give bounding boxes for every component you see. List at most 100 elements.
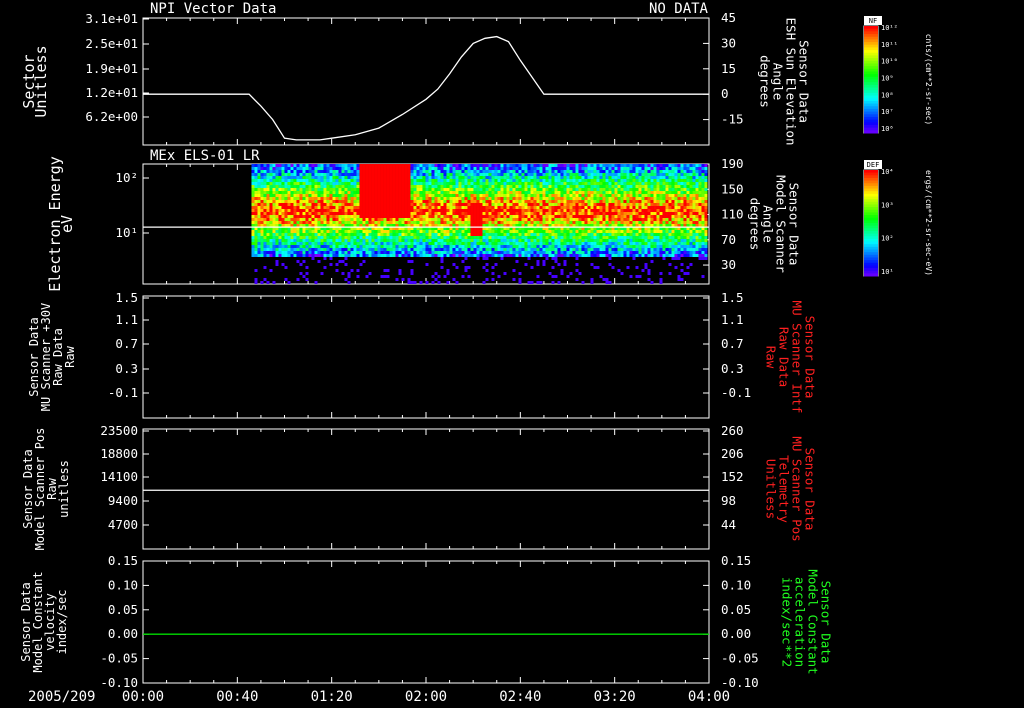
spectrogram-cell [575, 236, 579, 239]
spectrogram-cell [641, 173, 645, 176]
spectrogram-cell [506, 254, 510, 257]
spectrogram-cell [557, 170, 561, 173]
spectrogram-cell [524, 230, 528, 233]
spectrogram-cell [296, 182, 300, 185]
spectrogram-cell [521, 203, 525, 206]
spectrogram-cell [311, 197, 315, 200]
spectrogram-cell [350, 182, 354, 185]
spectrogram-cell [578, 212, 582, 215]
spectrogram-cell [392, 170, 396, 173]
spectrogram-cell [596, 215, 600, 218]
spectrogram-cell [344, 179, 348, 182]
spectrogram-cell [374, 236, 378, 239]
spectrogram-cell [608, 239, 612, 242]
spectrogram-cell [257, 248, 261, 251]
spectrogram-cell [251, 212, 255, 215]
spectrogram-cell [290, 173, 294, 176]
spectrogram-cell [338, 209, 342, 212]
spectrogram-cell [395, 236, 399, 239]
spectrogram-cell [476, 173, 480, 176]
spectrogram-cell [467, 233, 471, 236]
spectrogram-cell [491, 248, 495, 251]
spectrogram-cell [296, 254, 300, 257]
spectrogram-cell [374, 221, 378, 224]
spectrogram-cell [605, 236, 609, 239]
spectrogram-cell [407, 203, 411, 206]
spectrogram-cell [323, 209, 327, 212]
spectrogram-cell [626, 236, 630, 239]
spectrogram-cell [587, 170, 591, 173]
spectrogram-cell [623, 185, 627, 188]
spectrogram-cell [614, 245, 618, 248]
spectrogram-cell [635, 236, 639, 239]
spectrogram-cell [272, 203, 276, 206]
spectrogram-cell [605, 239, 609, 242]
spectrogram-cell [368, 173, 372, 176]
spectrogram-cell [443, 164, 447, 167]
spectrogram-cell [419, 212, 423, 215]
spectrogram-cell [365, 194, 369, 197]
spectrogram-cell [287, 200, 291, 203]
spectrogram-cell [656, 197, 660, 200]
spectrogram-cell [428, 233, 432, 236]
spectrogram-cell [611, 239, 615, 242]
spectrogram-cell [542, 218, 546, 221]
spectrogram-cell [590, 173, 594, 176]
spectrogram-cell [386, 200, 390, 203]
spectrogram-cell [677, 254, 681, 257]
spectrogram-cell [503, 236, 507, 239]
spectrogram-cell [380, 248, 384, 251]
spectrogram-cell [455, 245, 459, 248]
spectrogram-cell [611, 194, 615, 197]
spectrogram-cell [527, 242, 531, 245]
spectrogram-cell [293, 242, 297, 245]
spectrogram-cell [626, 203, 630, 206]
spectrogram-cell [602, 176, 606, 179]
spectrogram-cell [509, 179, 513, 182]
spectrogram-cell [332, 212, 336, 215]
spectrogram-cell [269, 245, 273, 248]
spectrogram-cell [575, 167, 579, 170]
spectrogram-cell [353, 197, 357, 200]
spectrogram-cell [500, 233, 504, 236]
spectrogram-cell [548, 215, 552, 218]
spectrogram-cell [410, 191, 414, 194]
spectrogram-cell [617, 200, 621, 203]
spectrogram-cell [422, 230, 426, 233]
spectrogram-cell [575, 239, 579, 242]
spectrogram-cell [566, 245, 570, 248]
spectrogram-cell [677, 248, 681, 251]
spectrogram-cell [356, 275, 360, 278]
spectrogram-cell [365, 185, 369, 188]
spectrogram-cell [599, 176, 603, 179]
spectrogram-cell [470, 236, 474, 239]
spectrogram-cell [374, 242, 378, 245]
spectrogram-cell [440, 242, 444, 245]
spectrogram-cell [476, 191, 480, 194]
spectrogram-cell [629, 197, 633, 200]
spectrogram-cell [665, 209, 669, 212]
spectrogram-cell [584, 221, 588, 224]
spectrogram-cell [464, 206, 468, 209]
spectrogram-cell [584, 203, 588, 206]
spectrogram-cell [593, 266, 597, 269]
spectrogram-cell [338, 260, 342, 263]
spectrogram-cell [272, 206, 276, 209]
spectrogram-cell [515, 182, 519, 185]
spectrogram-cell [422, 164, 426, 167]
spectrogram-cell [269, 239, 273, 242]
spectrogram-cell [572, 170, 576, 173]
spectrogram-cell [263, 239, 267, 242]
spectrogram-cell [374, 164, 378, 167]
spectrogram-cell [311, 248, 315, 251]
spectrogram-cell [494, 236, 498, 239]
spectrogram-cell [299, 167, 303, 170]
spectrogram-cell [482, 206, 486, 209]
spectrogram-cell [461, 221, 465, 224]
spectrogram-cell [413, 182, 417, 185]
spectrogram-cell [641, 251, 645, 254]
spectrogram-cell [587, 236, 591, 239]
spectrogram-cell [563, 179, 567, 182]
spectrogram-cell [470, 245, 474, 248]
spectrogram-cell [590, 218, 594, 221]
